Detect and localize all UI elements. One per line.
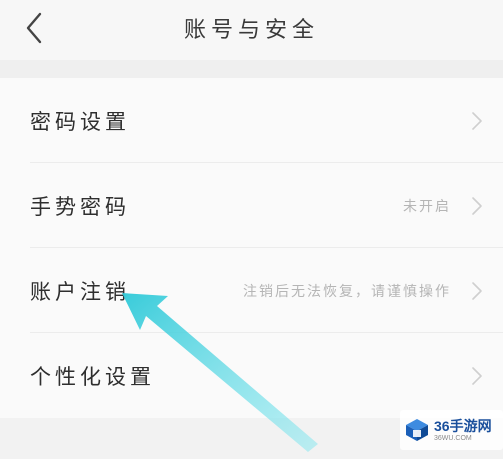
- settings-item-label: 个性化设置: [30, 364, 155, 389]
- cube-logo-icon: [406, 419, 428, 441]
- settings-item-gesture-password[interactable]: 手势密码 未开启: [0, 163, 503, 248]
- chevron-right-icon: [472, 196, 482, 215]
- page-title: 账号与安全: [183, 18, 319, 43]
- section-spacer: [0, 60, 503, 78]
- settings-item-value: 未开启: [403, 198, 451, 215]
- header-bar: 账号与安全: [0, 0, 503, 60]
- settings-item-label: 手势密码: [30, 194, 130, 219]
- settings-item-label: 密码设置: [30, 109, 130, 134]
- watermark-name: 36手游网: [434, 417, 492, 434]
- watermark-url: 36WU.COM: [434, 434, 472, 442]
- chevron-right-icon: [472, 366, 482, 385]
- settings-item-password[interactable]: 密码设置: [0, 78, 503, 163]
- chevron-right-icon: [472, 111, 482, 130]
- settings-item-account-cancellation[interactable]: 账户注销 注销后无法恢复，请谨慎操作: [0, 248, 503, 333]
- settings-item-value: 注销后无法恢复，请谨慎操作: [243, 283, 451, 300]
- chevron-right-icon: [472, 281, 482, 300]
- watermark-badge: 36手游网 36WU.COM: [400, 410, 503, 450]
- settings-item-personalization[interactable]: 个性化设置: [0, 333, 503, 418]
- settings-list: 密码设置 手势密码 未开启 账户注销 注销后无法恢复，请谨慎操作 个性化设置: [0, 78, 503, 418]
- settings-item-label: 账户注销: [30, 279, 130, 304]
